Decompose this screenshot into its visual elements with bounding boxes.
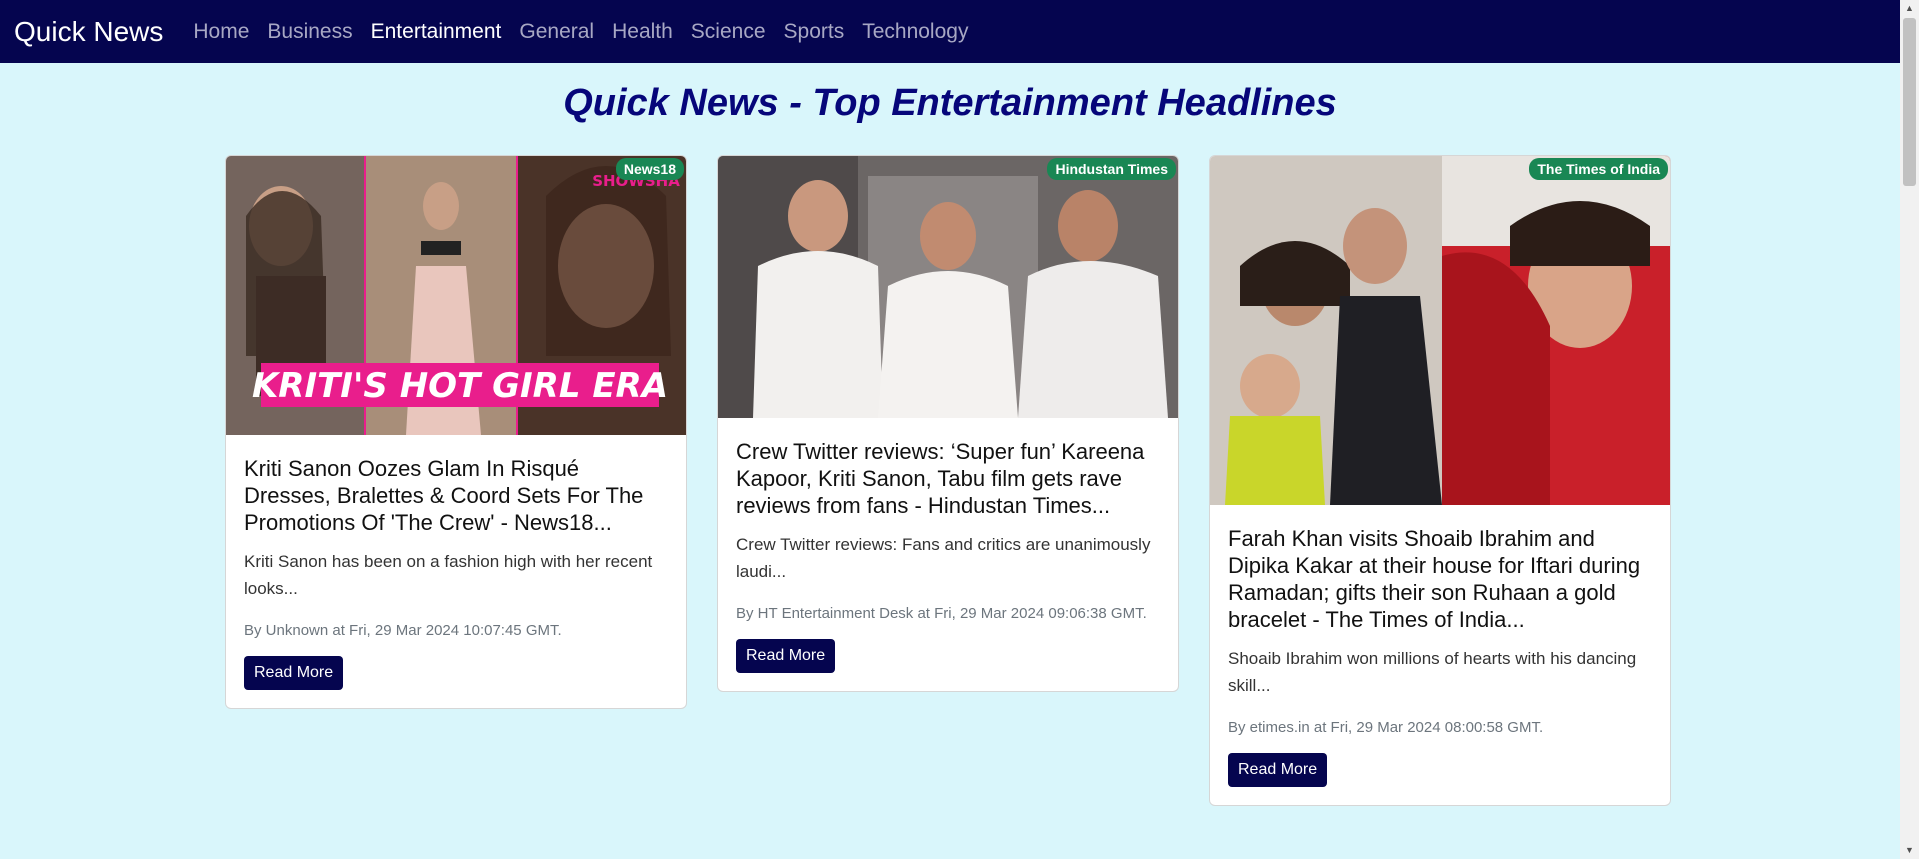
card-body: Kriti Sanon Oozes Glam In Risqué Dresses… [226, 435, 686, 708]
nav-link-science[interactable]: Science [691, 20, 766, 44]
article-title: Crew Twitter reviews: ‘Super fun’ Kareen… [736, 439, 1145, 518]
article-meta: By Unknown at Fri, 29 Mar 2024 10:07:45 … [244, 622, 562, 639]
article-description: Crew Twitter reviews: Fans and critics a… [736, 535, 1151, 581]
article-meta: By HT Entertainment Desk at Fri, 29 Mar … [736, 605, 1147, 622]
article-image: Hindustan Times [718, 156, 1178, 418]
source-badge: The Times of India [1529, 158, 1668, 180]
article-image: KRITI'S HOT GIRL ERA SHOWSHA News18 [226, 156, 686, 435]
vertical-scrollbar[interactable]: ▲ ▼ [1900, 0, 1919, 859]
article-image-graphic: KRITI'S HOT GIRL ERA SHOWSHA [226, 156, 686, 435]
article-title: Kriti Sanon Oozes Glam In Risqué Dresses… [244, 456, 644, 535]
article-description: Kriti Sanon has been on a fashion high w… [244, 552, 653, 598]
card-body: Farah Khan visits Shoaib Ibrahim and Dip… [1210, 505, 1670, 805]
navbar: Quick News Home Business Entertainment G… [0, 0, 1900, 63]
read-more-button[interactable]: Read More [736, 639, 836, 673]
news-card: Hindustan Times Crew Twitter reviews: ‘S… [717, 155, 1179, 692]
nav-link-health[interactable]: Health [612, 20, 673, 44]
card-body: Crew Twitter reviews: ‘Super fun’ Kareen… [718, 418, 1178, 691]
nav-link-sports[interactable]: Sports [784, 20, 845, 44]
article-description: Shoaib Ibrahim won millions of hearts wi… [1228, 649, 1637, 695]
article-title: Farah Khan visits Shoaib Ibrahim and Dip… [1228, 526, 1641, 632]
image-overlay-text: KRITI'S HOT GIRL ERA [252, 366, 668, 406]
read-more-button[interactable]: Read More [1228, 753, 1328, 787]
news-card: KRITI'S HOT GIRL ERA SHOWSHA News18 Krit… [225, 155, 687, 709]
nav-link-entertainment[interactable]: Entertainment [371, 20, 502, 44]
brand-link[interactable]: Quick News [14, 16, 163, 48]
article-meta: By etimes.in at Fri, 29 Mar 2024 08:00:5… [1228, 719, 1544, 736]
article-image: The Times of India [1210, 156, 1670, 505]
nav-link-general[interactable]: General [519, 20, 594, 44]
page-title: Quick News - Top Entertainment Headlines [563, 82, 1337, 124]
scrollbar-thumb[interactable] [1903, 18, 1916, 186]
nav-link-business[interactable]: Business [267, 20, 352, 44]
source-badge: Hindustan Times [1047, 158, 1176, 180]
article-image-graphic [718, 156, 1178, 418]
article-image-graphic [1210, 156, 1670, 505]
nav-link-technology[interactable]: Technology [862, 20, 968, 44]
source-badge: News18 [615, 158, 684, 180]
scroll-down-arrow-icon[interactable]: ▼ [1900, 842, 1919, 859]
news-card: The Times of India Farah Khan visits Sho… [1209, 155, 1671, 806]
scroll-up-arrow-icon[interactable]: ▲ [1900, 0, 1919, 17]
nav-link-home[interactable]: Home [193, 20, 249, 44]
read-more-button[interactable]: Read More [244, 656, 344, 690]
